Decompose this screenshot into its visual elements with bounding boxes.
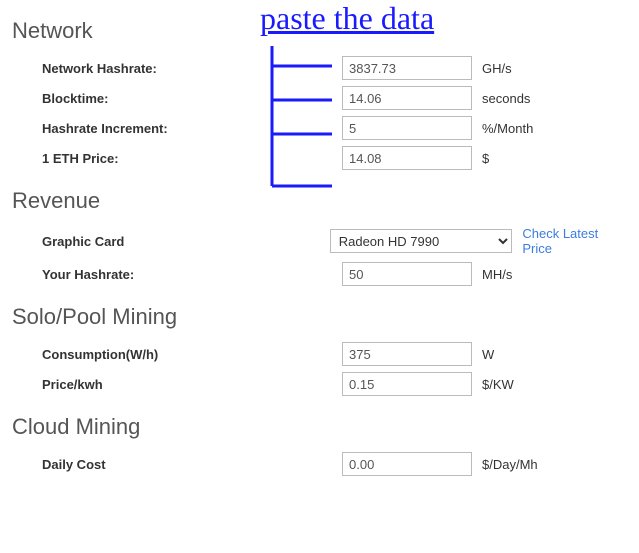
row-graphic-card: Graphic Card Radeon HD 7990 Check Latest… — [12, 226, 627, 256]
unit-your-hashrate: MH/s — [482, 267, 512, 282]
row-consumption: Consumption(W/h) W — [12, 342, 627, 366]
input-eth-price[interactable] — [342, 146, 472, 170]
unit-blocktime: seconds — [482, 91, 530, 106]
row-blocktime: Blocktime: seconds — [12, 86, 627, 110]
unit-daily-cost: $/Day/Mh — [482, 457, 538, 472]
input-blocktime[interactable] — [342, 86, 472, 110]
label-eth-price: 1 ETH Price: — [42, 151, 342, 166]
label-consumption: Consumption(W/h) — [42, 347, 342, 362]
label-graphic-card: Graphic Card — [42, 234, 330, 249]
input-price-kwh[interactable] — [342, 372, 472, 396]
unit-consumption: W — [482, 347, 494, 362]
label-price-kwh: Price/kwh — [42, 377, 342, 392]
input-daily-cost[interactable] — [342, 452, 472, 476]
section-title-solo-pool: Solo/Pool Mining — [12, 304, 627, 330]
unit-network-hashrate: GH/s — [482, 61, 512, 76]
row-network-hashrate: Network Hashrate: GH/s — [12, 56, 627, 80]
section-title-cloud: Cloud Mining — [12, 414, 627, 440]
label-blocktime: Blocktime: — [42, 91, 342, 106]
section-title-network: Network — [12, 18, 627, 44]
link-check-price[interactable]: Check Latest Price — [522, 226, 627, 256]
row-eth-price: 1 ETH Price: $ — [12, 146, 627, 170]
row-price-kwh: Price/kwh $/KW — [12, 372, 627, 396]
input-your-hashrate[interactable] — [342, 262, 472, 286]
row-daily-cost: Daily Cost $/Day/Mh — [12, 452, 627, 476]
label-daily-cost: Daily Cost — [42, 457, 342, 472]
input-consumption[interactable] — [342, 342, 472, 366]
unit-price-kwh: $/KW — [482, 377, 514, 392]
label-network-hashrate: Network Hashrate: — [42, 61, 342, 76]
label-hashrate-increment: Hashrate Increment: — [42, 121, 342, 136]
row-your-hashrate: Your Hashrate: MH/s — [12, 262, 627, 286]
row-hashrate-increment: Hashrate Increment: %/Month — [12, 116, 627, 140]
input-hashrate-increment[interactable] — [342, 116, 472, 140]
input-network-hashrate[interactable] — [342, 56, 472, 80]
select-graphic-card[interactable]: Radeon HD 7990 — [330, 229, 513, 253]
unit-eth-price: $ — [482, 151, 489, 166]
unit-hashrate-increment: %/Month — [482, 121, 533, 136]
label-your-hashrate: Your Hashrate: — [42, 267, 342, 282]
section-title-revenue: Revenue — [12, 188, 627, 214]
